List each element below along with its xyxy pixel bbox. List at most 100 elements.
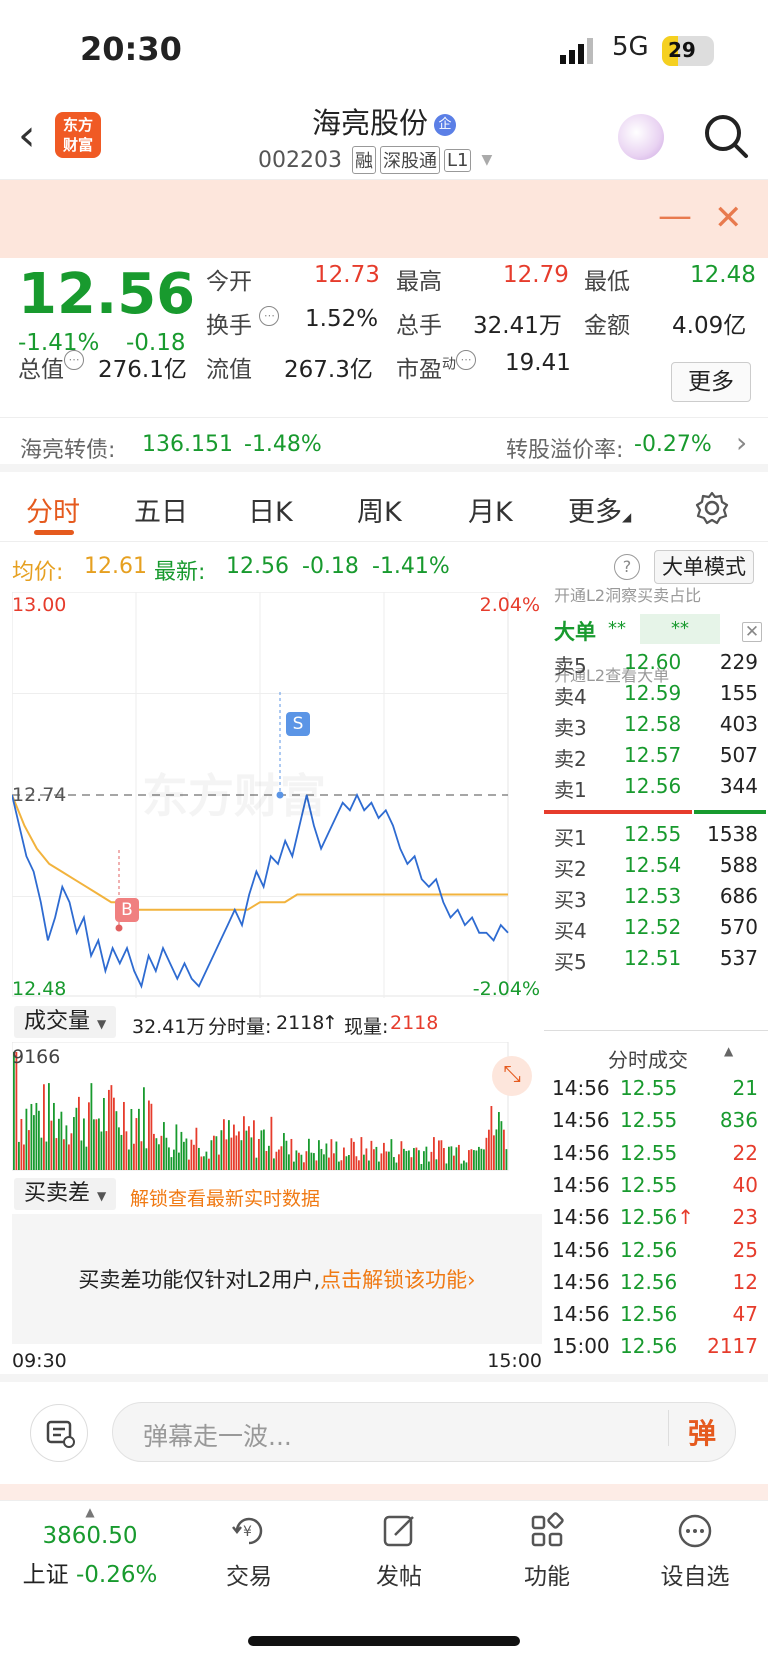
volume-chart[interactable]: 9166 ⤡ xyxy=(12,1042,542,1172)
unlock-feature-link[interactable]: 点击解锁该功能› xyxy=(320,1264,475,1294)
volume-bar xyxy=(335,1141,338,1170)
sell-marker[interactable]: S xyxy=(286,712,310,736)
chevron-up-icon[interactable]: ▲ xyxy=(724,1044,733,1058)
nav-post[interactable]: 发帖 xyxy=(344,1511,454,1591)
volume-bar xyxy=(383,1142,385,1170)
danmaku-settings-icon[interactable] xyxy=(30,1404,88,1462)
volume-bar xyxy=(380,1153,383,1170)
high-value: 12.79 xyxy=(503,262,569,288)
bid-row[interactable]: 买2 12.54 588 xyxy=(544,853,766,885)
ask-row[interactable]: 卖4 12.59 155 xyxy=(544,681,766,713)
volume-bar xyxy=(290,1138,293,1170)
volume-bar xyxy=(158,1144,160,1170)
volume-bar xyxy=(308,1138,310,1170)
more-button[interactable]: 更多 xyxy=(671,362,751,402)
volume-bar xyxy=(228,1120,230,1170)
volume-bar xyxy=(80,1140,83,1170)
now-volume-label: 现量: xyxy=(344,1016,389,1038)
promo-strip xyxy=(0,1484,768,1500)
close-icon[interactable]: ✕ xyxy=(742,622,762,642)
bid-row[interactable]: 买5 12.51 537 xyxy=(544,946,766,978)
info-icon[interactable]: ⋯ xyxy=(456,350,476,370)
stock-code-row: 002203 融 深股通 L1 ▼ xyxy=(258,146,492,174)
big-order-mode-button[interactable]: 大单模式 xyxy=(654,550,754,584)
float-value: 267.3亿 xyxy=(284,357,373,383)
intraday-chart[interactable]: 13.00 2.04% 12.74 12.48 -2.04% 东方财富 S B xyxy=(12,592,542,1000)
unlock-link[interactable]: 解锁查看最新实时数据 xyxy=(130,1184,320,1211)
tab-daily-k[interactable]: 日K xyxy=(248,490,293,529)
danmaku-send-button[interactable]: 弹 xyxy=(688,1412,716,1452)
volume-bar xyxy=(138,1108,140,1170)
volume-bar xyxy=(415,1147,418,1170)
tab-monthly-k[interactable]: 月K xyxy=(468,490,513,529)
volume-bar xyxy=(385,1151,388,1170)
ask-row[interactable]: 卖5 12.60 229 xyxy=(544,650,766,682)
ask-row[interactable]: 卖2 12.57 507 xyxy=(544,743,766,775)
ask-row[interactable]: 卖1 12.56 344 xyxy=(544,774,766,806)
index-name: 上证 xyxy=(22,1562,69,1588)
volume-bar xyxy=(300,1154,303,1170)
help-icon[interactable]: ? xyxy=(614,554,640,580)
tick-price: 12.55 xyxy=(620,1108,678,1133)
nav-add-watchlist[interactable]: 设自选 xyxy=(640,1511,750,1591)
volume-bar xyxy=(268,1145,270,1170)
volume-bar xyxy=(345,1156,348,1170)
volume-bar xyxy=(263,1129,265,1170)
tab-intraday[interactable]: 分时 xyxy=(26,490,80,529)
volume-bar xyxy=(60,1111,63,1170)
volume-bar xyxy=(20,1118,23,1170)
tick-price: 12.56 xyxy=(620,1269,678,1294)
volume-bar xyxy=(83,1118,85,1170)
now-volume: 2118 xyxy=(390,1012,439,1034)
level-volume: 155 xyxy=(719,681,758,705)
ask-row[interactable]: 卖3 12.58 403 xyxy=(544,712,766,744)
level-price: 12.57 xyxy=(624,743,682,767)
up-arrow: ↑ xyxy=(322,1012,338,1034)
search-icon[interactable] xyxy=(702,112,750,160)
chevron-down-icon[interactable]: ▼ xyxy=(481,152,492,168)
tab-five-day[interactable]: 五日 xyxy=(134,490,188,529)
buy-marker[interactable]: B xyxy=(115,898,139,922)
volume-indicator-dropdown[interactable]: 成交量 ▼ xyxy=(14,1006,117,1038)
info-icon[interactable]: ⋯ xyxy=(259,306,280,326)
close-icon[interactable]: ✕ xyxy=(714,198,743,238)
info-icon[interactable]: ⋯ xyxy=(64,350,84,370)
volume-bar xyxy=(38,1110,40,1170)
bid-row[interactable]: 买3 12.53 686 xyxy=(544,884,766,916)
tab-weekly-k[interactable]: 周K xyxy=(357,490,402,529)
danmaku-placeholder: 弹幕走一波... xyxy=(143,1422,292,1451)
volume-bar xyxy=(465,1162,468,1170)
convertible-bond-row[interactable]: 海亮转债: 136.151 -1.48% 转股溢价率: -0.27% › xyxy=(0,418,768,472)
volume-bar xyxy=(173,1149,175,1170)
nav-trade[interactable]: ¥ 交易 xyxy=(194,1511,304,1591)
index-ticker[interactable]: ▲ 3860.50 上证 -0.26% xyxy=(20,1505,160,1589)
volume-bar xyxy=(480,1148,483,1170)
grid-icon xyxy=(531,1512,564,1547)
bid-row[interactable]: 买4 12.52 570 xyxy=(544,915,766,947)
settings-icon[interactable] xyxy=(694,490,730,526)
time-end: 15:00 xyxy=(487,1350,542,1372)
level-volume: 537 xyxy=(719,946,758,970)
nav-features[interactable]: 功能 xyxy=(492,1511,602,1591)
tick-row: 14:56 12.55 836 xyxy=(544,1108,766,1140)
level-volume: 229 xyxy=(719,650,758,674)
level-label: 卖1 xyxy=(554,778,587,802)
volume-bar xyxy=(340,1160,343,1170)
mcap-value: 276.1亿 xyxy=(98,357,187,383)
bid-row[interactable]: 买1 12.55 1538 xyxy=(544,822,766,854)
level-price: 12.55 xyxy=(624,822,682,846)
volume-bar xyxy=(365,1148,368,1170)
tick-volume: 47 xyxy=(732,1302,758,1327)
minimize-icon[interactable]: — xyxy=(658,196,692,236)
volume-bar xyxy=(473,1150,475,1170)
assistant-avatar-icon[interactable] xyxy=(618,114,664,160)
bs-diff-dropdown[interactable]: 买卖差 ▼ xyxy=(14,1178,117,1210)
expand-icon[interactable]: ⤡ xyxy=(492,1056,532,1096)
quote-panel: 12.56 -1.41% -0.18 今开 12.73 最高 12.79 最低 … xyxy=(0,258,768,418)
volume-bar xyxy=(483,1149,485,1170)
status-bar: 20:30 5G 29 xyxy=(0,0,768,96)
volume-bar xyxy=(170,1157,173,1170)
tab-more[interactable]: 更多◢ xyxy=(568,490,631,529)
danmaku-input[interactable]: 弹幕走一波... xyxy=(112,1402,736,1462)
l2-promo[interactable]: 开通L2洞察买卖占比 xyxy=(554,582,764,606)
